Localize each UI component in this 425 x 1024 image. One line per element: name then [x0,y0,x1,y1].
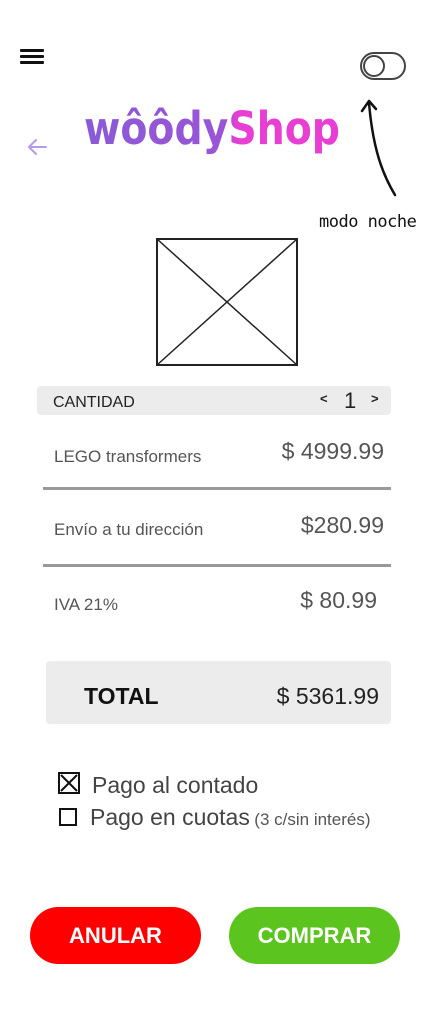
hamburger-menu-icon[interactable] [20,49,44,65]
summary-shipping-label: Envío a tu dirección [54,520,204,539]
payment-installments-note: (3 c/sin interés) [254,810,371,829]
checked-checkbox-icon[interactable] [58,772,80,794]
quantity-decrease-button[interactable]: < [320,391,328,406]
total-value: $ 5361.99 [276,683,379,709]
svg-text:wôôdyShop: wôôdyShop [84,102,340,155]
night-mode-annotation: modo noche [319,212,417,232]
cancel-button[interactable]: ANULAR [30,907,201,964]
summary-item-label: LEGO transformers [54,447,202,466]
product-image-placeholder [156,238,298,366]
annotation-arrow-icon [360,99,397,197]
total-label: TOTAL [84,683,159,709]
quantity-label: CANTIDAD [53,394,135,411]
payment-cash-label[interactable]: Pago al contado [92,772,258,799]
summary-tax-label: IVA 21% [54,595,118,614]
woodyshop-logo: wôôdyShop [84,102,340,155]
summary-tax-price: $ 80.99 [300,587,377,613]
night-mode-toggle[interactable] [360,52,406,80]
total-box: TOTAL $ 5361.99 [46,661,391,724]
buy-button[interactable]: COMPRAR [229,907,400,964]
quantity-bar: CANTIDAD < 1 > [37,386,391,415]
quantity-increase-button[interactable]: > [371,391,379,406]
divider [43,564,391,567]
toggle-knob [363,55,385,77]
payment-installments-label: Pago en cuotas [90,804,250,830]
back-arrow-icon[interactable] [26,137,48,157]
summary-item-price: $ 4999.99 [281,438,384,464]
summary-shipping-price: $280.99 [300,512,384,538]
installments-checkbox[interactable] [59,808,77,826]
payment-installments-option[interactable]: Pago en cuotas (3 c/sin interés) [90,804,371,831]
quantity-value: 1 [344,388,357,413]
divider [43,487,391,490]
